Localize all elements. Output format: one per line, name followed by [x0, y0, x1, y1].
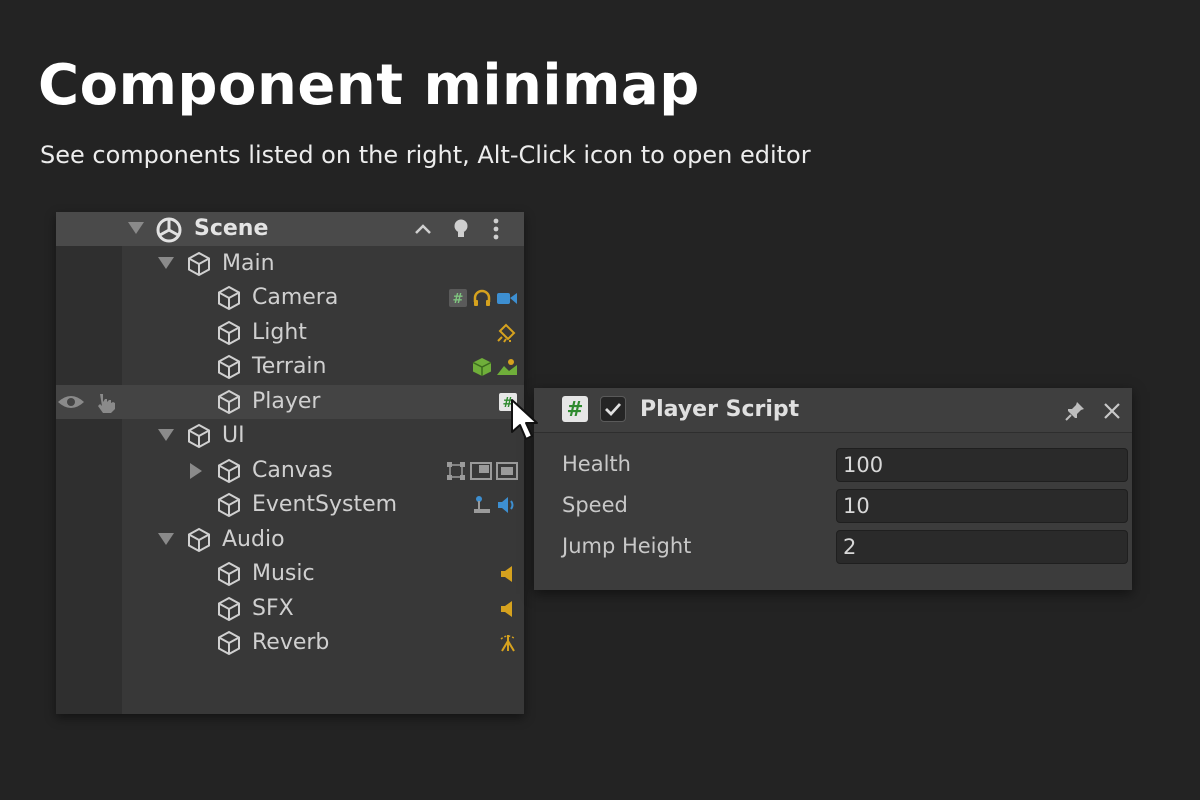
graphic-raycaster-icon[interactable] — [496, 461, 518, 481]
component-icons — [498, 563, 518, 585]
hierarchy-row-reverb[interactable]: Reverb — [56, 626, 524, 660]
gameobject-cube-icon — [218, 285, 240, 311]
hierarchy-label: SFX — [252, 596, 294, 621]
hierarchy-label: Music — [252, 561, 315, 586]
chevron-up-icon[interactable] — [414, 221, 432, 237]
hierarchy-label: Player — [252, 389, 321, 414]
close-icon[interactable] — [1103, 402, 1121, 420]
hierarchy-label: Reverb — [252, 630, 330, 655]
component-icons — [496, 322, 518, 344]
input-module-icon[interactable] — [496, 495, 518, 515]
fold-toggle-ui[interactable] — [158, 429, 174, 441]
hierarchy-row-eventsystem[interactable]: EventSystem — [56, 488, 524, 522]
fold-toggle-main[interactable] — [158, 257, 174, 269]
gameobject-cube-icon — [188, 423, 210, 449]
gameobject-cube-icon — [188, 527, 210, 553]
canvas-scaler-icon[interactable] — [470, 461, 492, 481]
component-icons — [498, 598, 518, 620]
hierarchy-label: Camera — [252, 285, 339, 310]
fold-toggle-audio[interactable] — [158, 533, 174, 545]
hierarchy-label: Canvas — [252, 458, 333, 483]
rect-transform-icon[interactable] — [446, 461, 466, 481]
hierarchy-row-main[interactable]: Main — [56, 247, 524, 281]
hierarchy-row-sfx[interactable]: SFX — [56, 592, 524, 626]
page-title: Component minimap — [38, 53, 700, 118]
field-label: Speed — [562, 493, 628, 517]
field-row-jump-height: Jump Height 2 — [562, 530, 1128, 566]
more-options-icon[interactable] — [492, 218, 500, 240]
reverb-zone-icon[interactable] — [498, 633, 518, 653]
component-icons: # — [448, 287, 518, 309]
page-subtitle: See components listed on the right, Alt-… — [40, 141, 811, 169]
gameobject-cube-icon — [188, 251, 210, 277]
fold-toggle-canvas[interactable] — [190, 463, 202, 479]
terrain-icon[interactable] — [472, 357, 492, 377]
component-icons — [472, 356, 518, 378]
eye-icon[interactable] — [56, 392, 86, 412]
hierarchy-window: Scene Main Camera # Light Terrain Player… — [56, 212, 524, 714]
lightbulb-icon[interactable] — [453, 218, 469, 240]
hierarchy-label: UI — [222, 423, 245, 448]
component-inspector-popup: # Player Script Health 100 Speed 10 Jump… — [534, 388, 1132, 590]
hierarchy-row-terrain[interactable]: Terrain — [56, 350, 524, 384]
camera-icon[interactable] — [496, 288, 518, 308]
component-icons — [446, 460, 518, 482]
hierarchy-label: Audio — [222, 527, 285, 552]
checkmark-icon — [605, 403, 622, 417]
gameobject-cube-icon — [218, 320, 240, 346]
hierarchy-row-music[interactable]: Music — [56, 557, 524, 591]
audio-source-icon[interactable] — [498, 564, 518, 584]
unity-scene-icon — [156, 217, 182, 243]
hierarchy-row-ui[interactable]: UI — [56, 419, 524, 453]
hierarchy-row-camera[interactable]: Camera # — [56, 281, 524, 315]
mouse-cursor-icon — [511, 399, 538, 440]
speed-field[interactable]: 10 — [836, 489, 1128, 523]
field-label: Health — [562, 452, 631, 476]
enabled-checkbox[interactable] — [600, 396, 626, 422]
component-icons — [472, 494, 518, 516]
field-row-health: Health 100 — [562, 448, 1128, 484]
script-icon: # — [562, 396, 588, 422]
scene-label: Scene — [194, 216, 269, 241]
hierarchy-row-player[interactable]: Player # — [56, 385, 524, 419]
script-icon[interactable]: # — [448, 288, 468, 308]
pin-icon[interactable] — [1064, 400, 1086, 422]
jump-height-field[interactable]: 2 — [836, 530, 1128, 564]
gameobject-cube-icon — [218, 389, 240, 415]
hierarchy-label: Main — [222, 251, 275, 276]
component-icons — [498, 632, 518, 654]
scene-header[interactable]: Scene — [56, 212, 524, 246]
hierarchy-row-canvas[interactable]: Canvas — [56, 454, 524, 488]
svg-text:#: # — [453, 292, 464, 307]
audio-source-icon[interactable] — [498, 599, 518, 619]
gameobject-cube-icon — [218, 561, 240, 587]
inspector-header: # Player Script — [534, 388, 1132, 433]
inspector-title: Player Script — [640, 397, 800, 422]
light-icon[interactable] — [496, 323, 518, 343]
gameobject-cube-icon — [218, 630, 240, 656]
hierarchy-label: Terrain — [252, 354, 327, 379]
hierarchy-row-audio[interactable]: Audio — [56, 523, 524, 557]
gameobject-cube-icon — [218, 458, 240, 484]
event-system-icon[interactable] — [472, 495, 492, 515]
hierarchy-label: EventSystem — [252, 492, 398, 517]
hierarchy-row-light[interactable]: Light — [56, 316, 524, 350]
gameobject-cube-icon — [218, 492, 240, 518]
terrain-collider-icon[interactable] — [496, 357, 518, 377]
audio-listener-icon[interactable] — [472, 288, 492, 308]
gameobject-cube-icon — [218, 596, 240, 622]
gameobject-cube-icon — [218, 354, 240, 380]
health-field[interactable]: 100 — [836, 448, 1128, 482]
hierarchy-label: Light — [252, 320, 307, 345]
scene-fold-toggle[interactable] — [128, 222, 144, 234]
field-label: Jump Height — [562, 534, 692, 558]
pickable-hand-icon[interactable] — [94, 390, 118, 414]
field-row-speed: Speed 10 — [562, 489, 1128, 525]
